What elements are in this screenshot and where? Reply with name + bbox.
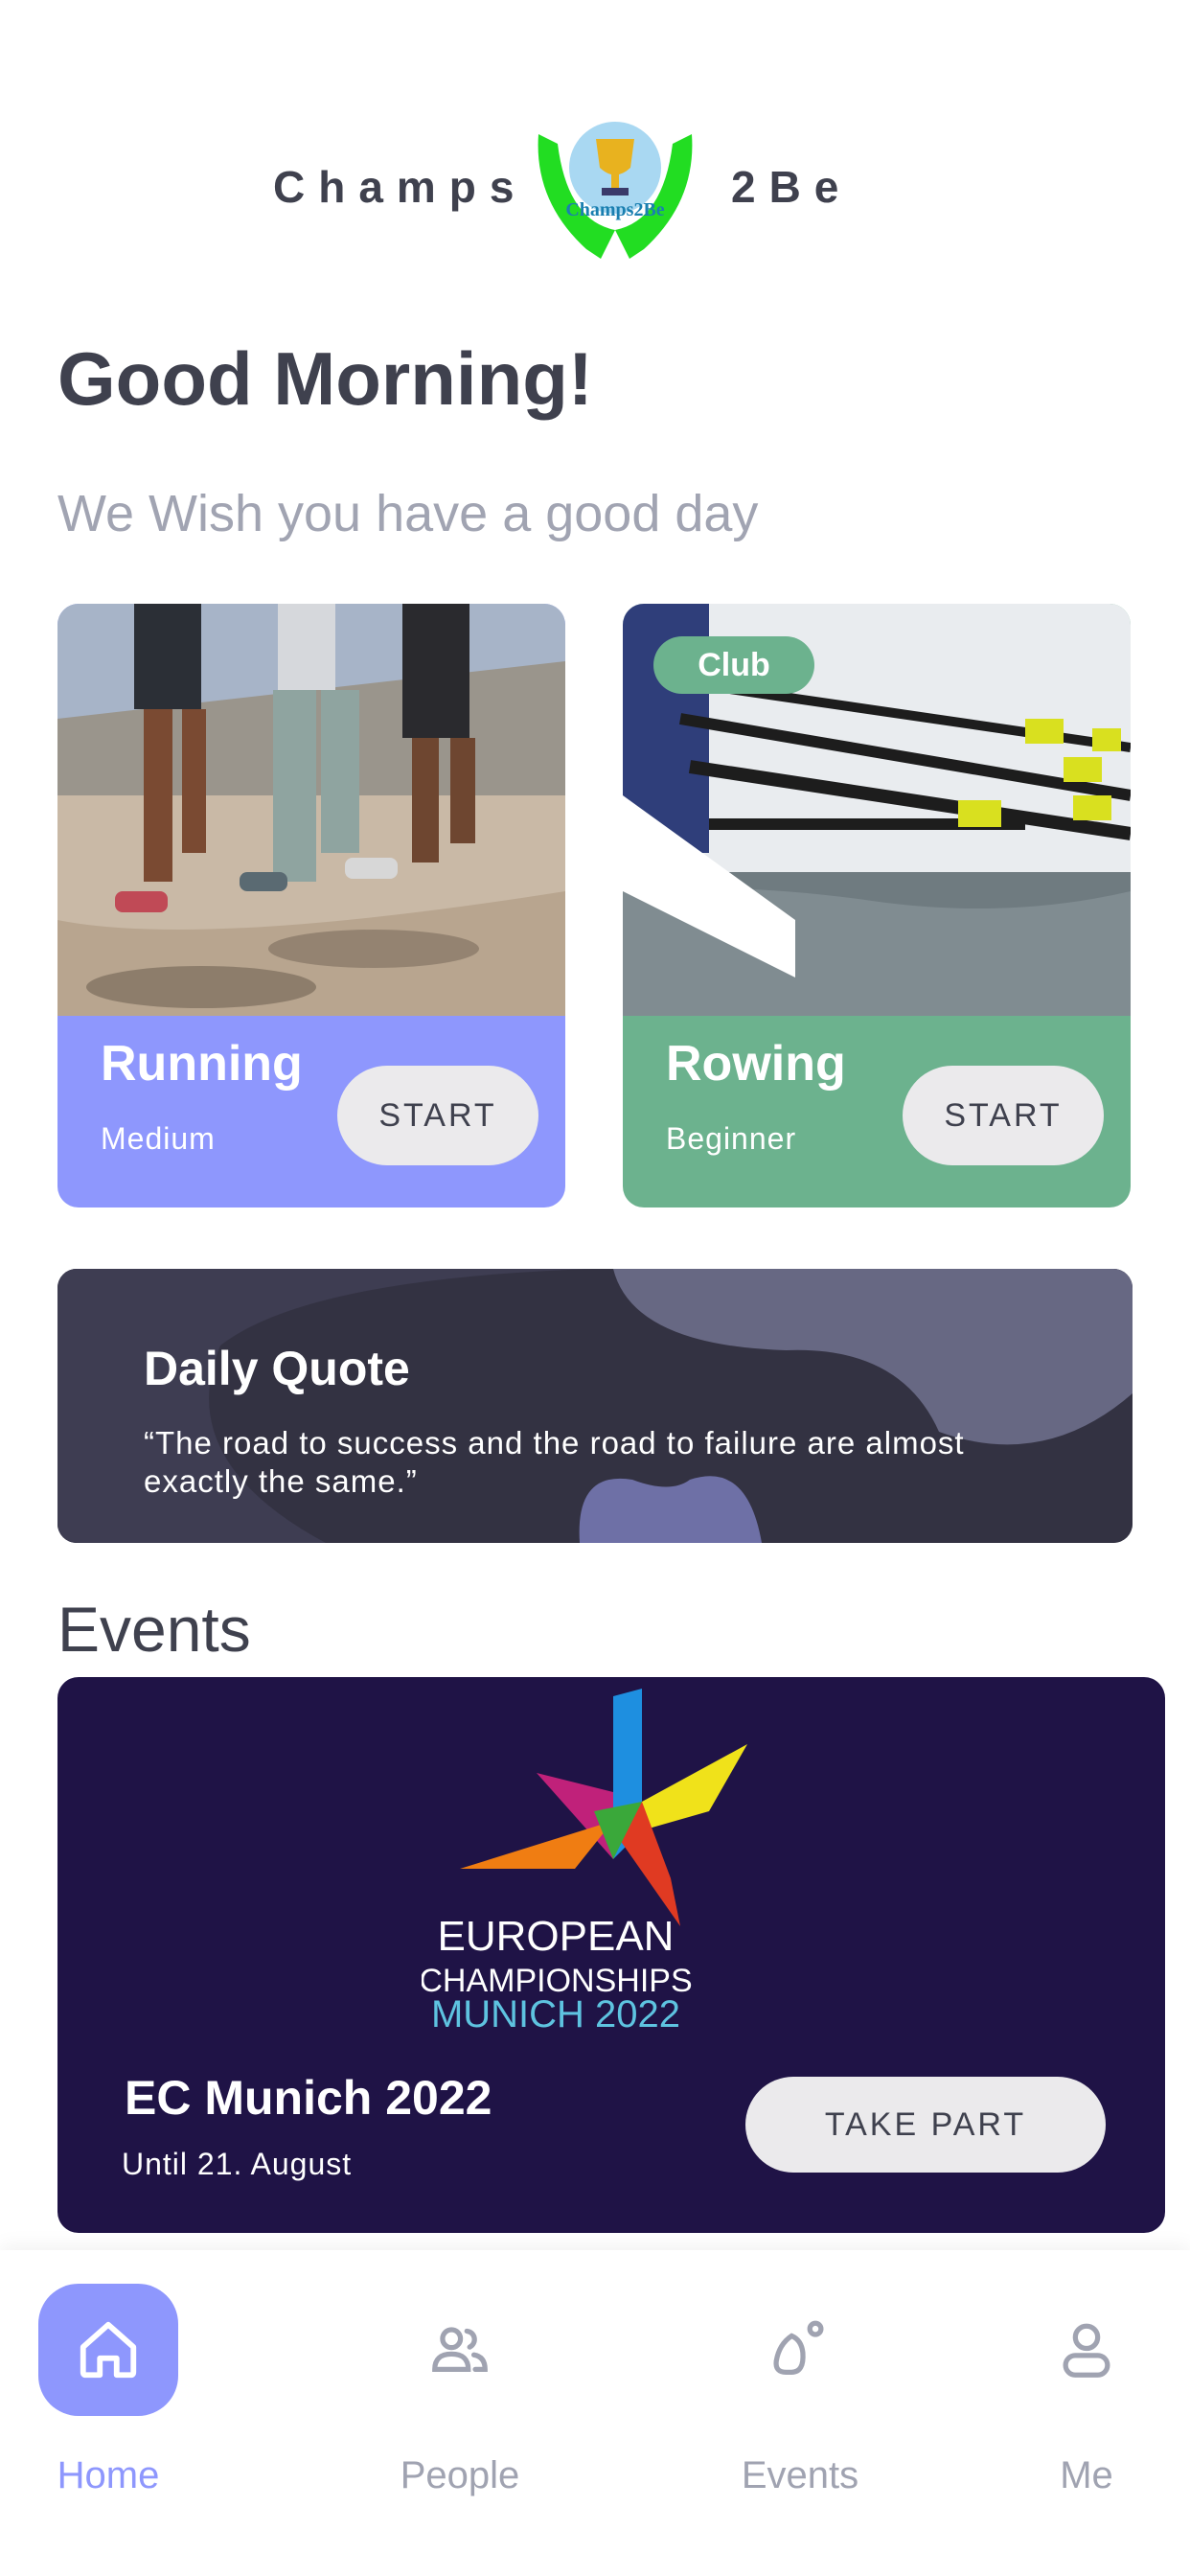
activity-card-running[interactable]: Running Medium START	[57, 604, 565, 1208]
tab-events[interactable]: Events	[704, 2284, 896, 2496]
people-icon	[390, 2284, 530, 2416]
activity-card-rowing[interactable]: Club Rowing Beginner START	[623, 604, 1131, 1208]
champs2be-logo: Champs2Be	[538, 122, 693, 259]
tab-people[interactable]: People	[364, 2284, 556, 2496]
tab-home[interactable]: Home	[12, 2284, 204, 2496]
quote-title: Daily Quote	[144, 1342, 410, 1395]
greeting-title: Good Morning!	[57, 336, 593, 421]
activity-level: Beginner	[666, 1121, 797, 1156]
bottom-tab-bar: Home People Events Me	[0, 2250, 1190, 2576]
tab-label: People	[400, 2454, 520, 2496]
daily-quote-card: Daily Quote “The road to success and the…	[57, 1269, 1133, 1543]
start-rowing-button[interactable]: START	[903, 1066, 1104, 1165]
brand-name-right: 2Be	[731, 162, 853, 212]
event-date: Until 21. August	[122, 2147, 353, 2181]
european-championships-logo: EUROPEAN CHAMPIONSHIPS MUNICH 2022	[422, 1689, 747, 2032]
activity-title: Rowing	[666, 1036, 846, 1092]
svg-text:EUROPEAN: EUROPEAN	[438, 1913, 675, 1960]
events-icon	[730, 2284, 870, 2416]
activity-level: Medium	[101, 1121, 216, 1156]
tab-label: Events	[741, 2454, 859, 2496]
greeting-subtitle: We Wish you have a good day	[57, 485, 759, 542]
brand-name-left: Champs	[273, 162, 528, 212]
quote-background-shapes	[57, 1269, 1133, 1543]
club-badge: Club	[653, 636, 814, 694]
running-photo	[57, 604, 565, 1016]
tab-label: Me	[1060, 2454, 1113, 2496]
start-running-button[interactable]: START	[337, 1066, 538, 1165]
home-icon	[38, 2284, 178, 2416]
user-icon	[1017, 2284, 1156, 2416]
app-header: Champs Champs2Be 2Be	[0, 115, 1190, 268]
event-card[interactable]: EUROPEAN CHAMPIONSHIPS MUNICH 2022 EC Mu…	[57, 1677, 1165, 2233]
svg-text:Champs2Be: Champs2Be	[565, 199, 664, 220]
quote-text: “The road to success and the road to fai…	[144, 1425, 965, 1499]
tab-label: Home	[57, 2454, 160, 2496]
tab-me[interactable]: Me	[991, 2284, 1182, 2496]
take-part-button[interactable]: TAKE PART	[745, 2077, 1106, 2173]
event-name: EC Munich 2022	[125, 2071, 492, 2125]
svg-text:MUNICH 2022: MUNICH 2022	[431, 1993, 680, 2032]
events-heading: Events	[57, 1594, 251, 1665]
activity-title: Running	[101, 1036, 303, 1092]
